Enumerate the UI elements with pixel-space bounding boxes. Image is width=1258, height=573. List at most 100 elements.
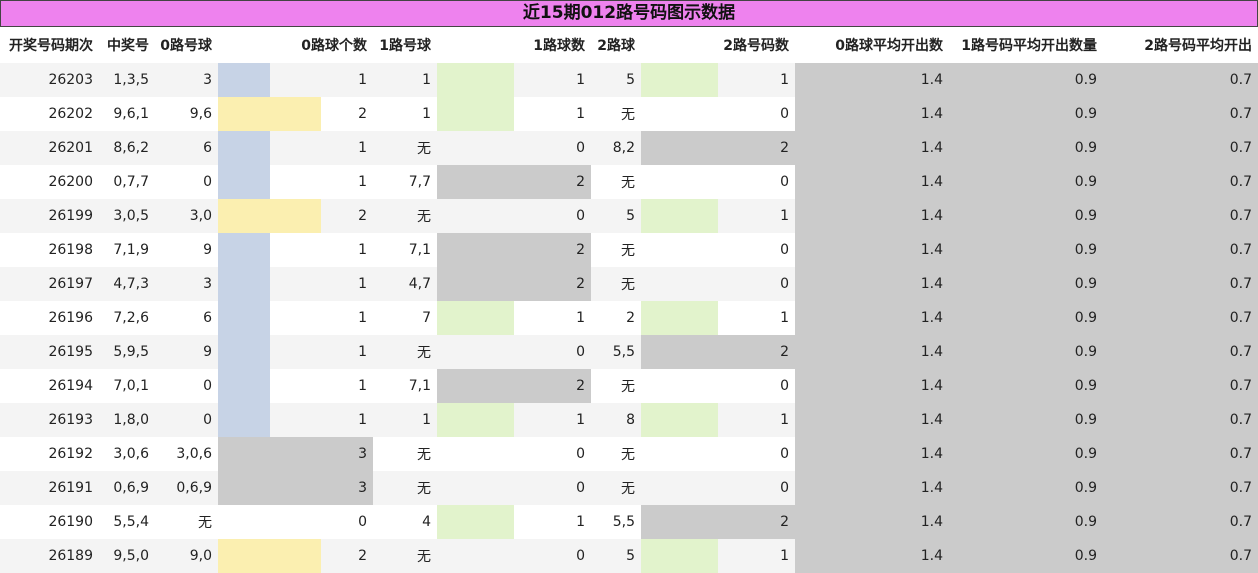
route2-avg-cell: 0.7 <box>1103 97 1258 131</box>
route0-avg-cell: 1.4 <box>795 165 949 199</box>
route0-count-cell-value: 3 <box>358 480 367 496</box>
route2-avg-cell: 0.7 <box>1103 369 1258 403</box>
route2-count-cell: 0 <box>641 97 795 131</box>
issue-cell: 26197 <box>0 267 99 301</box>
route2-avg-cell: 0.7 <box>1103 505 1258 539</box>
route0-count-cell-value: 3 <box>358 446 367 462</box>
route2-avg-cell: 0.7 <box>1103 199 1258 233</box>
route0-balls-cell: 3 <box>155 267 218 301</box>
route1-count-cell: 2 <box>437 165 591 199</box>
issue-cell: 26202 <box>0 97 99 131</box>
route2-balls-cell: 2 <box>591 301 641 335</box>
issue-cell: 26190 <box>0 505 99 539</box>
route1-balls-cell: 7 <box>373 301 437 335</box>
route1-avg-cell: 0.9 <box>949 131 1103 165</box>
header-numbers: 中奖号 <box>99 27 155 63</box>
route2-avg-cell: 0.7 <box>1103 539 1258 573</box>
route0-avg-cell: 1.4 <box>795 97 949 131</box>
route2-count-cell: 0 <box>641 165 795 199</box>
route0-count-cell: 1 <box>218 233 373 267</box>
route0-count-cell: 0 <box>218 505 373 539</box>
issue-cell: 26199 <box>0 199 99 233</box>
route0-count-cell: 1 <box>218 301 373 335</box>
table-row: 26194 7,0,1 0 1 7,1 2 无 0 1.4 0.9 0.7 <box>0 369 1258 403</box>
route1-avg-cell: 0.9 <box>949 335 1103 369</box>
table-row: 26193 1,8,0 0 1 1 1 8 1 1.4 0.9 0.7 <box>0 403 1258 437</box>
route0-count-cell: 2 <box>218 539 373 573</box>
route2-count-cell-value: 0 <box>780 480 789 496</box>
route2-avg-cell: 0.7 <box>1103 335 1258 369</box>
numbers-cell: 5,9,5 <box>99 335 155 369</box>
route1-count-cell: 0 <box>437 199 591 233</box>
header-route2-balls: 2路球 <box>591 27 641 63</box>
issue-cell: 26195 <box>0 335 99 369</box>
numbers-cell: 8,6,2 <box>99 131 155 165</box>
route0-count-cell: 1 <box>218 267 373 301</box>
route2-count-cell: 0 <box>641 437 795 471</box>
route0-balls-cell: 0,6,9 <box>155 471 218 505</box>
numbers-cell: 3,0,5 <box>99 199 155 233</box>
route2-balls-cell: 无 <box>591 165 641 199</box>
route2-count-cell-value: 1 <box>780 412 789 428</box>
header-route0-balls: 0路号球 <box>155 27 218 63</box>
route2-balls-cell: 无 <box>591 233 641 267</box>
route1-balls-cell: 无 <box>373 131 437 165</box>
route0-balls-cell: 0 <box>155 369 218 403</box>
route1-count-cell: 0 <box>437 539 591 573</box>
route2-avg-cell: 0.7 <box>1103 437 1258 471</box>
route1-avg-cell: 0.9 <box>949 267 1103 301</box>
numbers-cell: 0,7,7 <box>99 165 155 199</box>
route1-count-cell: 1 <box>437 403 591 437</box>
route1-avg-cell: 0.9 <box>949 539 1103 573</box>
route1-balls-cell: 7,1 <box>373 369 437 403</box>
route1-count-cell-value: 1 <box>576 412 585 428</box>
route1-count-cell-value: 1 <box>576 72 585 88</box>
table-row: 26189 9,5,0 9,0 2 无 0 5 1 1.4 0.9 0.7 <box>0 539 1258 573</box>
route1-balls-cell: 1 <box>373 63 437 97</box>
table-row: 26196 7,2,6 6 1 7 1 2 1 1.4 0.9 0.7 <box>0 301 1258 335</box>
route-data-table: 开奖号码期次 中奖号 0路号球 0路球个数 1路号球 1路球数 2路球 2路号码… <box>0 27 1258 573</box>
route1-avg-cell: 0.9 <box>949 165 1103 199</box>
route0-count-cell: 1 <box>218 63 373 97</box>
route0-count-cell: 2 <box>218 97 373 131</box>
route2-balls-cell: 5,5 <box>591 335 641 369</box>
route0-balls-cell: 9 <box>155 233 218 267</box>
table-row: 26199 3,0,5 3,0 2 无 0 5 1 1.4 0.9 0.7 <box>0 199 1258 233</box>
route0-avg-cell: 1.4 <box>795 403 949 437</box>
route0-avg-cell: 1.4 <box>795 505 949 539</box>
route2-count-cell-value: 0 <box>780 174 789 190</box>
route0-count-cell-value: 1 <box>358 344 367 360</box>
route1-count-cell-value: 1 <box>576 310 585 326</box>
numbers-cell: 7,0,1 <box>99 369 155 403</box>
numbers-cell: 1,3,5 <box>99 63 155 97</box>
route2-count-cell-value: 0 <box>780 446 789 462</box>
route2-count-cell-value: 0 <box>780 378 789 394</box>
route0-count-cell: 3 <box>218 437 373 471</box>
route2-count-cell: 0 <box>641 267 795 301</box>
route0-count-cell: 1 <box>218 403 373 437</box>
route0-avg-cell: 1.4 <box>795 131 949 165</box>
table-row: 26191 0,6,9 0,6,9 3 无 0 无 0 1.4 0.9 0.7 <box>0 471 1258 505</box>
route1-count-cell-value: 1 <box>576 514 585 530</box>
route2-count-cell: 2 <box>641 335 795 369</box>
route2-balls-cell: 8,2 <box>591 131 641 165</box>
route0-balls-cell: 9,0 <box>155 539 218 573</box>
route1-avg-cell: 0.9 <box>949 471 1103 505</box>
route1-count-cell: 1 <box>437 505 591 539</box>
route1-count-cell-value: 1 <box>576 106 585 122</box>
route2-count-cell-value: 0 <box>780 276 789 292</box>
route2-count-cell-value: 2 <box>780 514 789 530</box>
numbers-cell: 3,0,6 <box>99 437 155 471</box>
route1-balls-cell: 1 <box>373 97 437 131</box>
route1-balls-cell: 7,7 <box>373 165 437 199</box>
route0-balls-cell: 6 <box>155 301 218 335</box>
header-route0-avg: 0路球平均开出数 <box>795 27 949 63</box>
route0-avg-cell: 1.4 <box>795 471 949 505</box>
route2-balls-cell: 5 <box>591 63 641 97</box>
route1-avg-cell: 0.9 <box>949 199 1103 233</box>
issue-cell: 26198 <box>0 233 99 267</box>
route1-balls-cell: 无 <box>373 437 437 471</box>
route1-count-cell: 0 <box>437 471 591 505</box>
route0-avg-cell: 1.4 <box>795 301 949 335</box>
issue-cell: 26194 <box>0 369 99 403</box>
